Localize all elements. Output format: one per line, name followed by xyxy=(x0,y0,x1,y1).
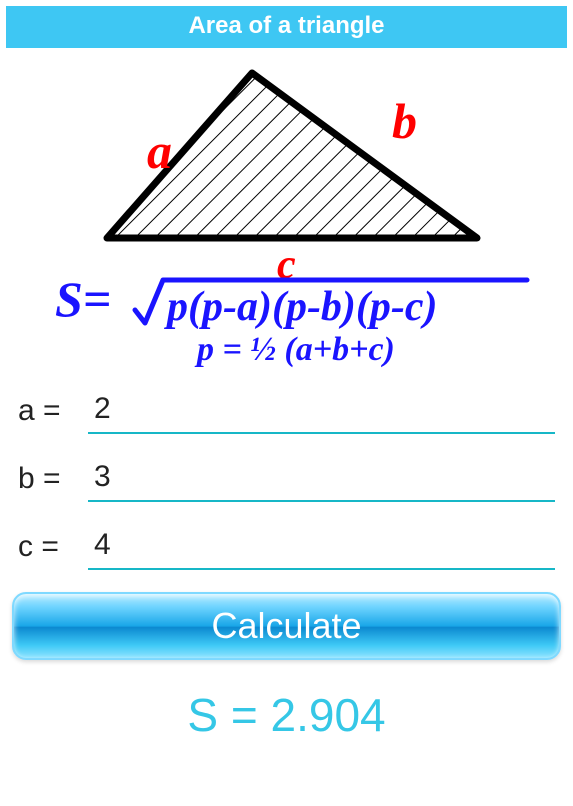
result-output: S = 2.904 xyxy=(0,688,573,742)
label-c: c = xyxy=(18,530,88,564)
side-a-label: a xyxy=(147,123,172,179)
side-b-label: b xyxy=(392,93,417,149)
calculate-button[interactable]: Calculate xyxy=(12,592,561,660)
label-a: a = xyxy=(18,394,88,428)
input-row-a: a = xyxy=(18,388,555,434)
formula-radicand: p(p-a)(p-b)(p-c) xyxy=(164,284,438,330)
inputs-section: a = b = c = xyxy=(18,388,555,570)
input-c[interactable] xyxy=(88,524,555,570)
label-b: b = xyxy=(18,462,88,496)
triangle-diagram: a b c S= p(p-a)(p-b)(p-c) p = ½ (a+b+c) xyxy=(37,58,537,368)
input-b[interactable] xyxy=(88,456,555,502)
input-row-c: c = xyxy=(18,524,555,570)
page-title: Area of a triangle xyxy=(6,6,567,48)
input-a[interactable] xyxy=(88,388,555,434)
input-row-b: b = xyxy=(18,456,555,502)
herons-formula: S= p(p-a)(p-b)(p-c) p = ½ (a+b+c) xyxy=(55,271,527,368)
formula-sub: p = ½ (a+b+c) xyxy=(194,331,395,368)
formula-lhs: S= xyxy=(55,271,111,327)
